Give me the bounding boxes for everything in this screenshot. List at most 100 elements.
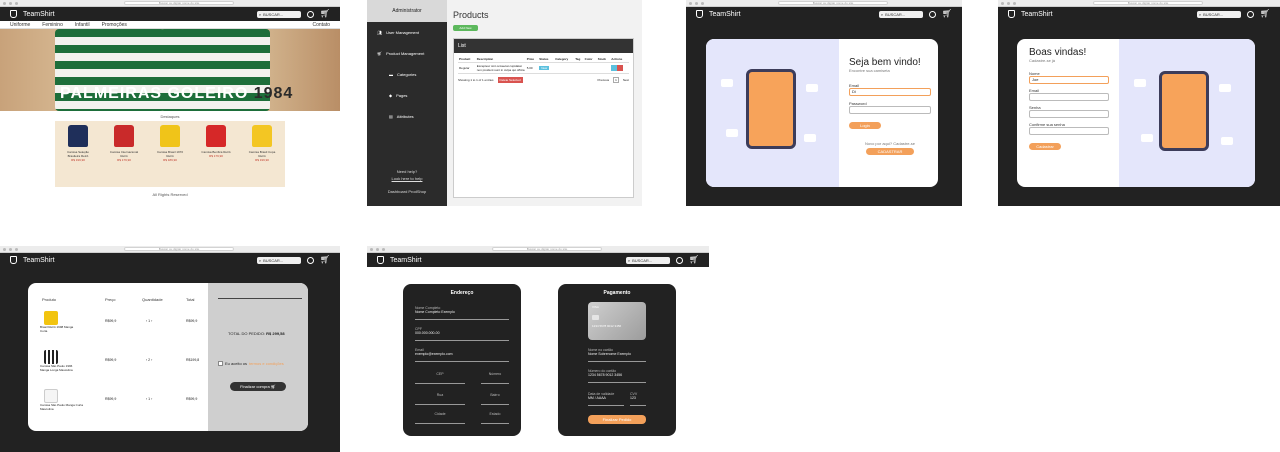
url-bar[interactable]: Buscar ou digitar nome do site xyxy=(492,247,602,251)
product-price: R$ 199,90 xyxy=(71,158,85,162)
window-dot[interactable] xyxy=(9,1,12,5)
user-icon[interactable] xyxy=(306,10,314,18)
terms-checkbox[interactable] xyxy=(218,361,223,366)
brand-name[interactable]: TeamShirt xyxy=(709,11,741,18)
product-card[interactable]: Camisa Brasil 1970 Retrô R$ 189,90 xyxy=(153,125,187,162)
product-price: R$ 179,90 xyxy=(117,158,131,162)
nav-item[interactable]: Uniforme xyxy=(10,22,30,28)
user-icon[interactable] xyxy=(306,256,314,264)
name-field[interactable]: Joe xyxy=(1029,76,1109,84)
cart-icon[interactable]: 🛒︎ xyxy=(689,256,699,264)
email-field[interactable] xyxy=(1029,93,1109,101)
nav-contact[interactable]: Contato xyxy=(312,22,330,28)
login-button[interactable]: Login xyxy=(849,122,881,129)
site-header: TeamShirt ⌕ BUSCAR... 🛒︎ xyxy=(0,7,340,21)
register-button[interactable]: Cadastrar xyxy=(1029,143,1061,150)
window-dot[interactable] xyxy=(3,1,6,5)
checkout-button[interactable]: Finalizar compra 🛒︎ xyxy=(230,382,286,391)
row-actions[interactable] xyxy=(610,62,629,74)
help-title: Need help? xyxy=(396,169,418,174)
sidebar-item-attributes[interactable]: ▤ Attributes xyxy=(367,106,447,127)
expiry-field[interactable]: Data de validade MM / AAAA xyxy=(588,392,624,406)
user-icon[interactable] xyxy=(675,256,683,264)
quantity-stepper[interactable]: ‹ 1 › xyxy=(146,319,152,323)
product-card[interactable]: Camisa Internacional Retrô R$ 179,90 xyxy=(107,125,141,162)
confirm-password-field[interactable] xyxy=(1029,127,1109,135)
cart-icon[interactable]: 🛒︎ xyxy=(942,10,952,18)
shield-logo-icon[interactable] xyxy=(10,10,17,18)
pagination-page[interactable]: 1 xyxy=(613,77,619,83)
search-input[interactable]: ⌕ BUSCAR... xyxy=(1196,10,1241,18)
pagination-next[interactable]: Next xyxy=(623,78,629,82)
product-card[interactable]: Camisa Brasil Copa Retrô R$ 199,90 xyxy=(245,125,279,162)
register-title: Boas vindas! xyxy=(1029,47,1087,58)
search-input[interactable]: ⌕ BUSCAR... xyxy=(256,256,301,264)
cvv-field[interactable]: CVV 123 xyxy=(630,392,646,406)
search-input[interactable]: ⌕ BUSCAR... xyxy=(256,10,301,18)
street-field[interactable]: Rua xyxy=(415,393,465,405)
quantity-stepper[interactable]: ‹ 2 › xyxy=(146,358,152,362)
table-row[interactable]: Regular Excepteur sint occaecat cupidata… xyxy=(458,62,629,74)
city-field[interactable]: Cidade xyxy=(415,412,465,424)
brand-name[interactable]: TeamShirt xyxy=(390,257,422,264)
shield-logo-icon[interactable] xyxy=(377,256,384,264)
sidebar-item-pages[interactable]: ◆ Pages xyxy=(367,85,447,106)
card-number-field[interactable]: Número do cartão 1234 5678 9012 3456 xyxy=(588,369,646,383)
password-field[interactable] xyxy=(1029,110,1109,118)
products-table: Product Description Price Status Categor… xyxy=(458,56,629,74)
hero-banner[interactable]: PALMEIRAS GOLEIRO 1984 xyxy=(0,29,340,111)
order-summary: TOTAL DO PEDIDO: R$ 299,58 Eu aceito os … xyxy=(208,283,308,431)
delete-selected-button[interactable]: Delete Selected xyxy=(497,77,523,83)
user-icon[interactable] xyxy=(1246,10,1254,18)
cart-row: Brasil Retrô 1998 Manga Curta R$99,9 ‹ 1… xyxy=(28,311,208,332)
column-header: Preço xyxy=(105,297,116,302)
brand-name[interactable]: TeamShirt xyxy=(23,257,55,264)
nav-item[interactable]: Feminino xyxy=(42,22,63,28)
add-new-button[interactable]: Add New xyxy=(453,25,478,31)
user-icon[interactable] xyxy=(928,10,936,18)
attribute-icon: ▤ xyxy=(389,114,393,119)
nav-item[interactable]: Promoções xyxy=(102,22,127,28)
url-bar[interactable]: Buscar ou digitar nome do site xyxy=(124,1,234,5)
finish-order-button[interactable]: Finalizar Pedido xyxy=(588,415,646,424)
cpf-field[interactable]: CPF 000.000.000-00 xyxy=(415,327,509,341)
cart-icon[interactable]: 🛒︎ xyxy=(1260,10,1270,18)
brand-name[interactable]: TeamShirt xyxy=(23,11,55,18)
window-dot[interactable] xyxy=(15,1,18,5)
number-field[interactable]: Número xyxy=(481,372,509,384)
shield-logo-icon[interactable] xyxy=(1008,10,1015,18)
password-field[interactable] xyxy=(849,106,931,114)
cart-icon[interactable]: 🛒︎ xyxy=(320,256,330,264)
quantity-stepper[interactable]: ‹ 1 › xyxy=(146,397,152,401)
nav-item[interactable]: Infantil xyxy=(75,22,90,28)
delete-icon[interactable] xyxy=(617,64,624,71)
pagination-prev[interactable]: Previous xyxy=(597,78,609,82)
help-link[interactable]: Look here to help xyxy=(367,175,447,182)
search-icon: ⌕ xyxy=(627,257,631,263)
email-field[interactable]: Di xyxy=(849,88,931,96)
url-bar[interactable]: Buscar ou digitar nome do site xyxy=(778,1,888,5)
search-input[interactable]: ⌕ BUSCAR... xyxy=(878,10,923,18)
cart-icon[interactable]: 🛒︎ xyxy=(320,10,330,18)
product-card[interactable]: Camisa Seleção Brasileira Retrô R$ 199,90 xyxy=(61,125,95,162)
url-bar[interactable]: Buscar ou digitar nome do site xyxy=(1093,1,1203,5)
url-bar[interactable]: Buscar ou digitar nome do site xyxy=(124,247,234,251)
search-input[interactable]: ⌕ BUSCAR... xyxy=(625,256,670,264)
row-total: R$99,9 xyxy=(186,397,198,401)
terms-link[interactable]: termos e condições xyxy=(249,361,284,366)
card-name-field[interactable]: Nome no cartão Nome Sobrenome Exemplo xyxy=(588,348,646,362)
fullname-field[interactable]: Nome Completo Nome Completo Exemplo xyxy=(415,306,509,320)
email-field[interactable]: Email exemplo@exemplo.com xyxy=(415,348,509,362)
register-button[interactable]: CADASTRAR xyxy=(866,148,914,155)
state-field[interactable]: Estado xyxy=(481,412,509,424)
sidebar-item-categories[interactable]: ▬ Categories xyxy=(367,64,447,85)
brand-name[interactable]: TeamShirt xyxy=(1021,11,1053,18)
cep-field[interactable]: CEP xyxy=(415,372,465,384)
product-card[interactable]: Camisa Benfica Retrô R$ 179,90 xyxy=(199,125,233,158)
sidebar-item-products[interactable]: 🛒︎ Product Management xyxy=(367,43,447,64)
shield-logo-icon[interactable] xyxy=(10,256,17,264)
cart-icon: 🛒︎ xyxy=(377,51,383,56)
sidebar-item-users[interactable]: 👥︎ User Management xyxy=(367,22,447,43)
district-field[interactable]: Bairro xyxy=(481,393,509,405)
shield-logo-icon[interactable] xyxy=(696,10,703,18)
